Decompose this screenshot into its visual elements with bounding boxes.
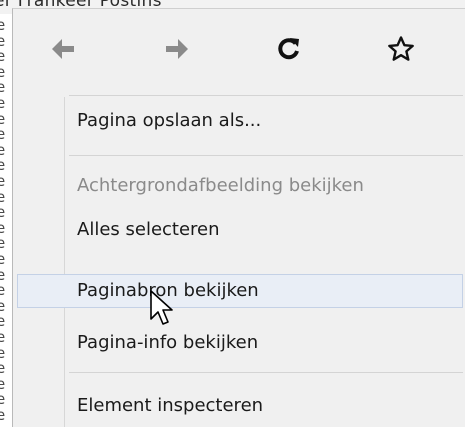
background-text-fragment: e	[0, 328, 6, 346]
menu-item-label: Alles selecteren	[77, 219, 220, 240]
background-text-fragment: e	[0, 281, 6, 300]
menu-separator	[69, 95, 463, 96]
background-text-fragment: e	[0, 359, 6, 378]
background-text-fragment: e	[0, 250, 6, 268]
background-text-fragment: e	[0, 203, 6, 222]
menu-item-label: Pagina opslaan als...	[77, 110, 262, 131]
menu-item-label: Pagina-info bekijken	[77, 332, 259, 353]
mouse-cursor-icon	[150, 290, 173, 325]
context-menu: Pagina opslaan als... Achtergrondafbeeld…	[12, 8, 465, 427]
background-text-fragment: e	[0, 16, 6, 34]
background-text-fragment: e	[0, 47, 6, 66]
background-page-strip: eeeeeeeeeeeeeeeeeeeeeeeeee	[0, 14, 12, 427]
arrow-right-icon	[166, 39, 188, 59]
menu-item-save-page[interactable]: Pagina opslaan als...	[17, 104, 463, 138]
menu-gutter-line	[64, 97, 65, 427]
menu-item-select-all[interactable]: Alles selecteren	[17, 213, 463, 247]
menu-item-label: Achtergrondafbeelding bekijken	[77, 175, 364, 196]
menu-item-view-page-info[interactable]: Pagina-info bekijken	[17, 326, 463, 360]
background-text-fragment: e	[0, 406, 6, 424]
reload-button[interactable]	[267, 27, 311, 71]
forward-button[interactable]	[155, 27, 199, 71]
menu-item-view-page-source[interactable]: Paginabron bekijken	[17, 274, 463, 308]
menu-separator	[69, 372, 463, 373]
star-icon	[388, 36, 414, 61]
background-text-fragment: e	[0, 125, 6, 144]
menu-item-view-background-image: Achtergrondafbeelding bekijken	[17, 169, 463, 203]
arrow-left-icon	[52, 39, 74, 59]
browser-viewport: er Frankeer Postins eeeeeeeeeeeeeeeeeeee…	[0, 0, 465, 427]
reload-icon	[278, 38, 299, 60]
back-button[interactable]	[41, 27, 85, 71]
menu-item-label: Element inspecteren	[77, 395, 264, 416]
background-text-fragment: e	[0, 94, 6, 112]
navigation-row	[13, 9, 465, 95]
menu-item-inspect-element[interactable]: Element inspecteren	[17, 389, 463, 423]
bookmark-button[interactable]	[379, 27, 423, 71]
background-text-fragment: e	[0, 172, 6, 190]
menu-separator	[69, 155, 463, 156]
